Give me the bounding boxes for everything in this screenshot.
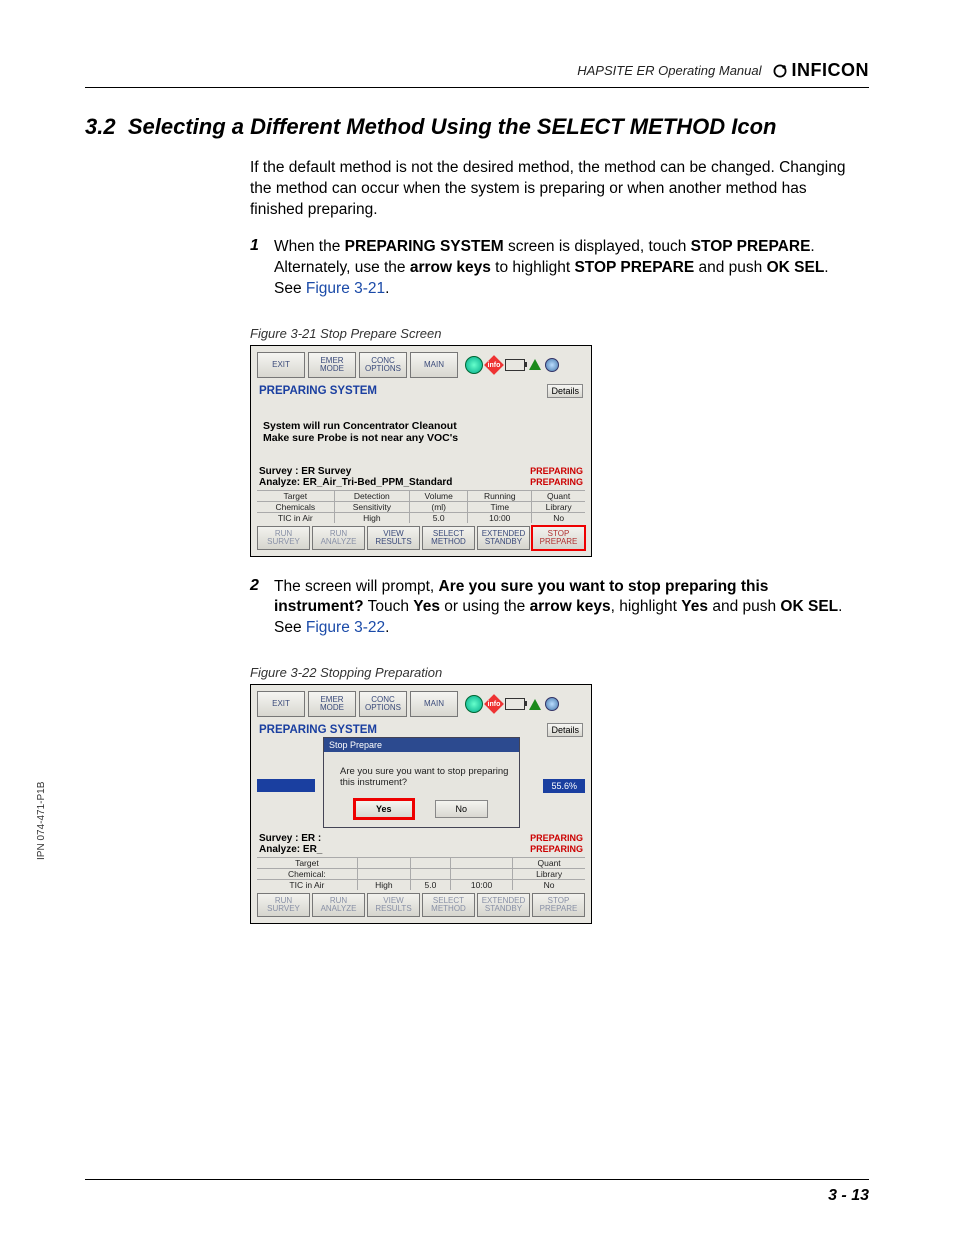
section-heading: 3.2 Selecting a Different Method Using t…	[85, 114, 869, 140]
battery-icon-2	[505, 698, 525, 710]
view-results-button[interactable]: VIEW RESULTS	[367, 526, 420, 550]
battery-icon	[505, 359, 525, 371]
preparing-status-4: PREPARING	[530, 844, 583, 855]
run-analyze-button[interactable]: RUN ANALYZE	[312, 526, 365, 550]
exit-button-2[interactable]: EXIT	[257, 691, 305, 717]
conc-options-button[interactable]: CONC OPTIONS	[359, 352, 407, 378]
top-toolbar-2: EXIT EMER MODE CONC OPTIONS MAIN info	[257, 691, 585, 721]
dialog-no-button[interactable]: No	[435, 800, 489, 818]
preparing-status-1: PREPARING	[530, 466, 583, 477]
page-number: 3 - 13	[828, 1187, 869, 1205]
details-button[interactable]: Details	[547, 384, 583, 398]
dialog-yes-button[interactable]: Yes	[355, 800, 413, 818]
bottom-toolbar: RUN SURVEY RUN ANALYZE VIEW RESULTS SELE…	[257, 526, 585, 550]
run-analyze-button-2[interactable]: RUN ANALYZE	[312, 893, 365, 917]
step-1-number: 1	[250, 237, 274, 316]
system-message: System will run Concentrator Cleanout Ma…	[257, 398, 585, 466]
system-status-title: PREPARING SYSTEM	[259, 385, 377, 397]
progress-percent: 55.6%	[543, 779, 585, 793]
step-1: 1 When the PREPARING SYSTEM screen is di…	[250, 237, 859, 316]
preparing-status-3: PREPARING	[530, 833, 583, 844]
page-header: HAPSITE ER Operating Manual INFICON	[85, 60, 869, 88]
link-figure-3-21[interactable]: Figure 3-21	[306, 280, 385, 297]
footer-divider	[85, 1179, 869, 1180]
intro-paragraph: If the default method is not the desired…	[250, 158, 859, 221]
emer-mode-button-2[interactable]: EMER MODE	[308, 691, 356, 717]
logo-icon	[772, 63, 788, 79]
figure-3-21-screenshot: EXIT EMER MODE CONC OPTIONS MAIN info PR…	[250, 345, 592, 557]
stop-prepare-button-2[interactable]: STOP PREPARE	[532, 893, 585, 917]
cylinder-icon	[545, 358, 559, 372]
dialog-title: Stop Prepare	[324, 738, 519, 752]
status-triangle-icon	[529, 359, 541, 370]
details-button-2[interactable]: Details	[547, 723, 583, 737]
parameters-table: Target Detection Volume Running Quant Ch…	[257, 490, 585, 523]
run-survey-button-2[interactable]: RUN SURVEY	[257, 893, 310, 917]
link-figure-3-22[interactable]: Figure 3-22	[306, 619, 385, 636]
dialog-area: 55.6% Stop Prepare Are you sure you want…	[257, 737, 585, 829]
step-2-number: 2	[250, 577, 274, 656]
progress-bar-left	[257, 779, 315, 792]
help-icon-2[interactable]	[465, 695, 483, 713]
info-icon-2[interactable]: info	[484, 694, 504, 714]
figure-3-21-caption: Figure 3-21 Stop Prepare Screen	[250, 326, 859, 341]
survey-label-2: Survey : ER :	[259, 833, 321, 844]
status-triangle-icon-2	[529, 699, 541, 710]
info-icon[interactable]: info	[484, 355, 504, 375]
main-button-2[interactable]: MAIN	[410, 691, 458, 717]
help-icon[interactable]	[465, 356, 483, 374]
view-results-button-2[interactable]: VIEW RESULTS	[367, 893, 420, 917]
stop-prepare-dialog: Stop Prepare Are you sure you want to st…	[323, 737, 520, 828]
side-ipn: IPN 074-471-P1B	[36, 782, 47, 860]
run-survey-button[interactable]: RUN SURVEY	[257, 526, 310, 550]
exit-button[interactable]: EXIT	[257, 352, 305, 378]
brand-text: INFICON	[792, 60, 870, 81]
emer-mode-button[interactable]: EMER MODE	[308, 352, 356, 378]
extended-standby-button[interactable]: EXTENDED STANDBY	[477, 526, 530, 550]
main-button[interactable]: MAIN	[410, 352, 458, 378]
step-1-text: When the PREPARING SYSTEM screen is disp…	[274, 237, 859, 300]
analyze-label: Analyze: ER_Air_Tri-Bed_PPM_Standard	[259, 477, 452, 488]
step-2-text: The screen will prompt, Are you sure you…	[274, 577, 859, 640]
preparing-status-2: PREPARING	[530, 477, 583, 488]
top-toolbar: EXIT EMER MODE CONC OPTIONS MAIN info	[257, 352, 585, 382]
extended-standby-button-2[interactable]: EXTENDED STANDBY	[477, 893, 530, 917]
bottom-toolbar-2: RUN SURVEY RUN ANALYZE VIEW RESULTS SELE…	[257, 893, 585, 917]
figure-3-22-caption: Figure 3-22 Stopping Preparation	[250, 665, 859, 680]
select-method-button[interactable]: SELECT METHOD	[422, 526, 475, 550]
select-method-button-2[interactable]: SELECT METHOD	[422, 893, 475, 917]
stop-prepare-button[interactable]: STOP PREPARE	[532, 526, 585, 550]
step-2: 2 The screen will prompt, Are you sure y…	[250, 577, 859, 656]
system-status-title-2: PREPARING SYSTEM	[259, 724, 377, 736]
cylinder-icon-2	[545, 697, 559, 711]
dialog-message: Are you sure you want to stop preparing …	[324, 752, 519, 800]
brand-logo: INFICON	[772, 60, 870, 81]
figure-3-22-screenshot: EXIT EMER MODE CONC OPTIONS MAIN info PR…	[250, 684, 592, 924]
survey-label: Survey : ER Survey	[259, 466, 351, 477]
conc-options-button-2[interactable]: CONC OPTIONS	[359, 691, 407, 717]
parameters-table-2: Target Quant Chemical: Library TIC in Ai…	[257, 857, 585, 890]
manual-title: HAPSITE ER Operating Manual	[577, 63, 761, 78]
analyze-label-2: Analyze: ER_	[259, 844, 322, 855]
